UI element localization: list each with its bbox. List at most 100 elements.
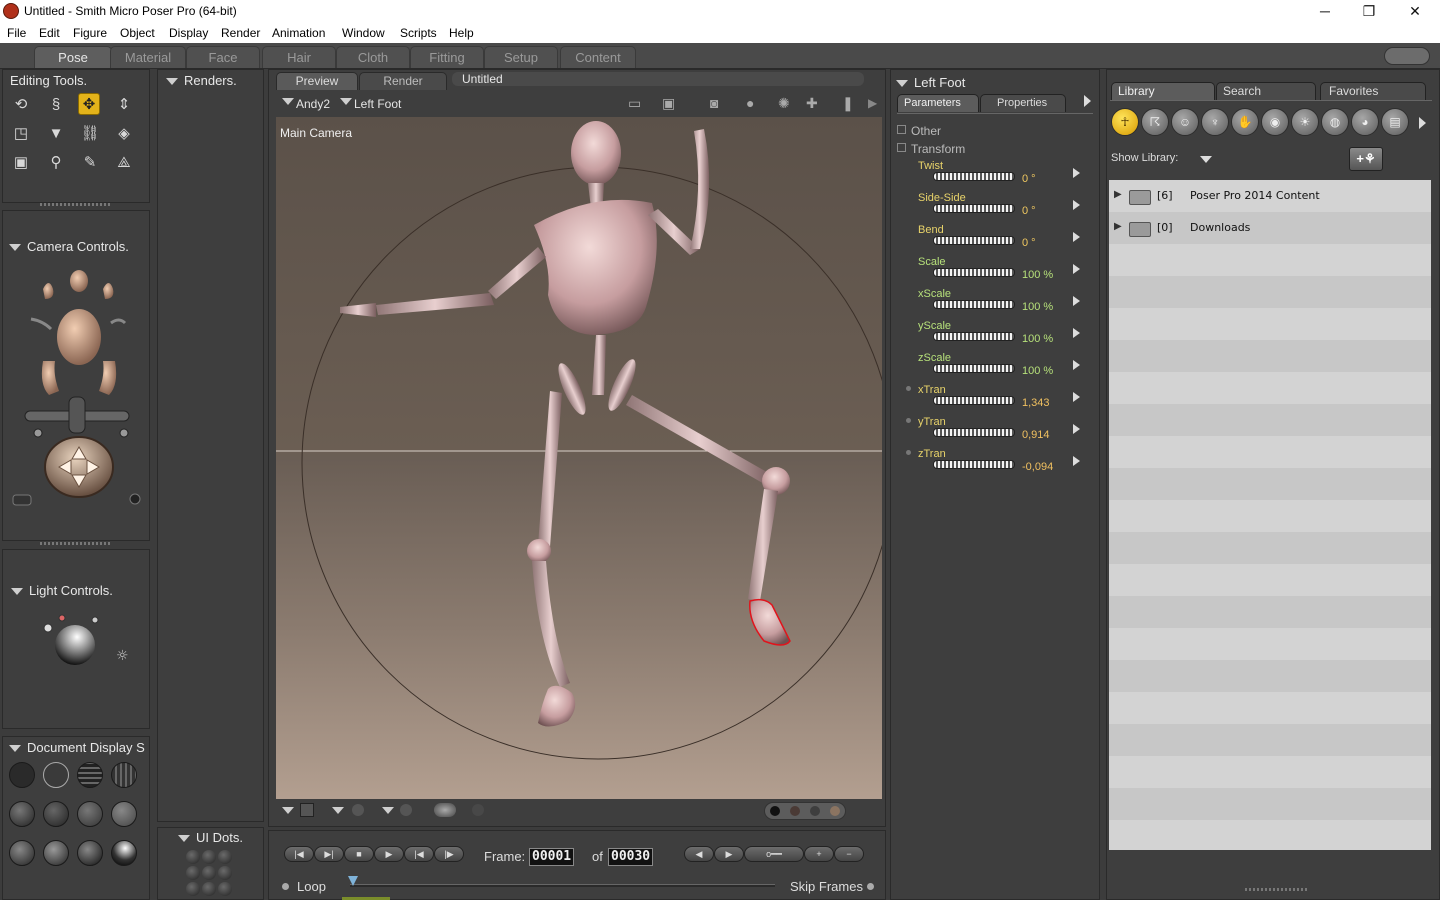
lights-category-icon[interactable]: ☀ [1291, 108, 1319, 136]
collapse-triangle-icon[interactable] [178, 835, 190, 843]
parameter-row[interactable]: xTran 1,343 [903, 384, 1093, 416]
light-sphere-widget[interactable]: ☼ [33, 608, 143, 678]
list-item[interactable]: ▶ [6] Poser Pro 2014 Content [1109, 180, 1431, 212]
menu-display[interactable]: Display [169, 26, 208, 40]
menu-help[interactable]: Help [449, 26, 474, 40]
cartoon-line-style-icon[interactable] [9, 840, 35, 866]
parameter-row[interactable]: Scale 100 % [903, 256, 1093, 288]
tab-content[interactable]: Content [560, 46, 636, 68]
menu-render[interactable]: Render [221, 26, 260, 40]
3d-viewport[interactable]: Main Camera [276, 117, 882, 799]
more-categories-arrow-icon[interactable] [1419, 117, 1426, 129]
parameter-row[interactable]: zTran -0,094 [903, 448, 1093, 480]
list-item[interactable]: ▶ [0] Downloads [1109, 212, 1431, 244]
keyframe-dot-icon[interactable] [906, 418, 911, 423]
menu-window[interactable]: Window [342, 26, 385, 40]
parameter-menu-arrow-icon[interactable] [1073, 296, 1080, 306]
add-to-library-button[interactable]: +⚘ [1349, 147, 1383, 171]
timeline-scrubber[interactable] [350, 884, 775, 887]
ui-dot[interactable] [186, 882, 200, 896]
move-camera-icon[interactable]: ✚ [806, 95, 818, 112]
cameras-category-icon[interactable]: ◍ [1321, 108, 1349, 136]
parameter-dial[interactable] [933, 172, 1015, 181]
keyframe-dot-icon[interactable] [906, 386, 911, 391]
actor-menu-triangle-icon[interactable] [340, 98, 352, 105]
parameter-row[interactable]: zScale 100 % [903, 352, 1093, 384]
scenes-category-icon[interactable]: ▤ [1381, 108, 1409, 136]
bump-balls-icon[interactable] [434, 803, 456, 817]
ui-dot[interactable] [202, 866, 216, 880]
ui-dot[interactable] [186, 866, 200, 880]
parameter-row[interactable]: yScale 100 % [903, 320, 1093, 352]
tab-setup[interactable]: Setup [484, 46, 558, 68]
menu-scripts[interactable]: Scripts [400, 26, 437, 40]
tab-properties[interactable]: Properties [980, 94, 1066, 112]
tab-pose[interactable]: Pose [34, 46, 112, 68]
parameter-value[interactable]: 1,343 [1022, 397, 1050, 409]
minimize-button[interactable]: ─ [1302, 0, 1348, 23]
tab-preview[interactable]: Preview [276, 72, 358, 90]
parameter-value[interactable]: 100 % [1022, 365, 1053, 377]
parameter-value[interactable]: 0,914 [1022, 429, 1050, 441]
lit-wireframe-style-icon[interactable] [9, 801, 35, 827]
hands-category-icon[interactable]: ✋ [1231, 108, 1259, 136]
collapse-triangle-icon[interactable] [11, 588, 23, 596]
group-other[interactable]: Other [911, 124, 941, 138]
total-frames-field[interactable]: 00030 [608, 848, 654, 866]
scale-icon[interactable]: ◳ [10, 123, 32, 145]
expand-arrow-icon[interactable]: ▶ [1114, 221, 1122, 232]
expand-arrow-icon[interactable]: ▶ [1114, 189, 1122, 200]
go-to-end-button[interactable]: ▶| [314, 846, 344, 862]
ui-dot[interactable] [202, 882, 216, 896]
ui-dot[interactable] [186, 850, 200, 864]
morphing-tool-icon[interactable]: ✎ [79, 152, 101, 174]
parameter-menu-arrow-icon[interactable] [1073, 328, 1080, 338]
loop-radio[interactable] [282, 883, 289, 890]
tab-cloth[interactable]: Cloth [336, 46, 410, 68]
color-icon[interactable]: ◈ [113, 123, 135, 145]
toolbar-more-arrow-icon[interactable]: ▶ [868, 96, 877, 110]
parameter-row[interactable]: Bend 0 ° [903, 224, 1093, 256]
tab-render[interactable]: Render [359, 72, 447, 90]
next-keyframe-button[interactable]: ▶ [714, 846, 744, 862]
parameter-menu-arrow-icon[interactable] [1073, 264, 1080, 274]
parameter-dial[interactable] [933, 268, 1015, 277]
parameter-row[interactable]: Side-Side 0 ° [903, 192, 1093, 224]
parameter-value[interactable]: 100 % [1022, 301, 1053, 313]
smooth-lined-style-icon[interactable] [77, 840, 103, 866]
parameter-value[interactable]: 0 ° [1022, 173, 1036, 185]
parameter-menu-arrow-icon[interactable] [1073, 168, 1080, 178]
view-magnifier-icon[interactable]: ⚲ [45, 152, 67, 174]
collapse-triangle-icon[interactable] [9, 745, 21, 753]
tab-library[interactable]: Library [1111, 82, 1215, 100]
tab-material[interactable]: Material [110, 46, 186, 68]
hair-category-icon[interactable]: ♆ [1201, 108, 1229, 136]
flat-shaded-style-icon[interactable] [43, 801, 69, 827]
expressions-category-icon[interactable]: ☺ [1171, 108, 1199, 136]
keyframe-dot-icon[interactable] [906, 450, 911, 455]
parameter-value[interactable]: 100 % [1022, 333, 1053, 345]
parameter-menu-arrow-icon[interactable] [1073, 200, 1080, 210]
parameters-menu-arrow-icon[interactable] [1084, 95, 1091, 107]
collapse-triangle-icon[interactable] [896, 80, 908, 88]
ui-dot[interactable] [218, 882, 232, 896]
extra-ball-icon[interactable] [472, 804, 484, 816]
shadow-color-icon[interactable] [810, 806, 820, 816]
tab-favorites[interactable]: Favorites [1320, 82, 1426, 100]
parameter-value[interactable]: 0 ° [1022, 237, 1036, 249]
panel-grip[interactable] [40, 203, 110, 206]
tab-parameters[interactable]: Parameters [897, 94, 979, 112]
parameter-menu-arrow-icon[interactable] [1073, 360, 1080, 370]
collapse-triangle-icon[interactable] [166, 78, 178, 86]
collapse-triangle-icon[interactable] [9, 244, 21, 252]
parameter-menu-arrow-icon[interactable] [1073, 424, 1080, 434]
props-category-icon[interactable]: ◉ [1261, 108, 1289, 136]
current-frame-field[interactable]: 00001 [529, 848, 575, 866]
light-menu-icon[interactable] [382, 807, 394, 814]
parameter-menu-arrow-icon[interactable] [1073, 392, 1080, 402]
twist-icon[interactable]: § [45, 94, 67, 116]
translate-in-out-icon[interactable]: ⇕ [113, 94, 135, 116]
parameter-value[interactable]: -0,094 [1022, 461, 1053, 473]
chain-break-icon[interactable]: ⛓ [79, 123, 101, 145]
ground-menu-icon[interactable] [282, 807, 294, 814]
